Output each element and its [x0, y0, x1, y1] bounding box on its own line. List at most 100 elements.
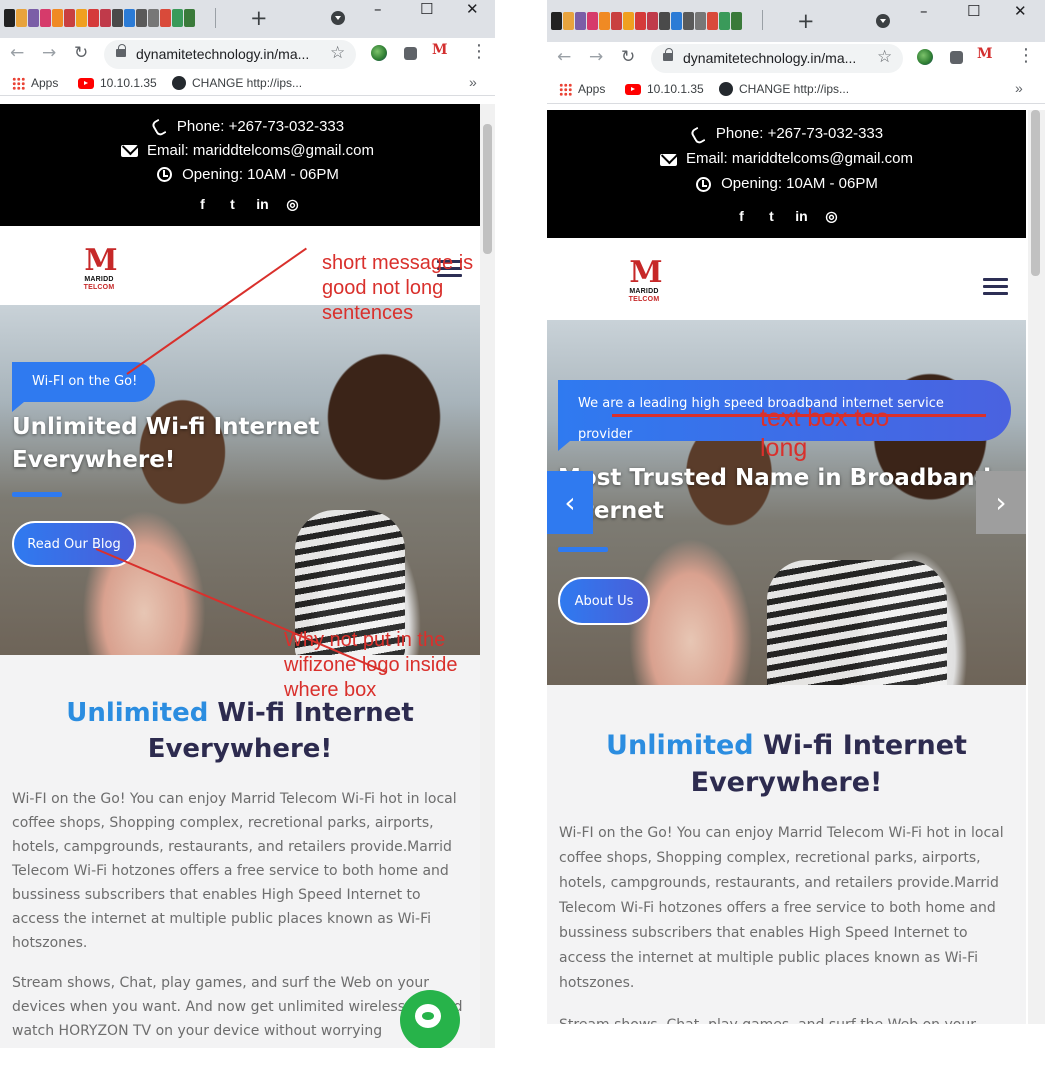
maximize-button[interactable]: ☐: [967, 2, 980, 20]
twitter-icon[interactable]: t: [765, 208, 779, 225]
facebook-icon[interactable]: f: [735, 208, 749, 225]
intro-section: Unlimited Wi-fi Internet Everywhere! Wi-…: [547, 685, 1026, 1024]
hero-underline-bar: [12, 492, 62, 497]
about-us-button[interactable]: About Us: [558, 577, 650, 625]
dribbble-icon[interactable]: ◎: [825, 208, 839, 225]
forward-button[interactable]: →: [42, 43, 56, 63]
page-scrollbar[interactable]: [1028, 110, 1045, 1024]
forward-button[interactable]: →: [589, 47, 603, 67]
bookmarks-bar: Apps 10.10.1.35 CHANGE http://ips... »: [0, 70, 495, 96]
lock-icon: [116, 44, 126, 57]
extension-marrid-logo-icon[interactable]: M: [977, 46, 999, 62]
browser-menu-icon[interactable]: ⋮: [470, 41, 488, 62]
scrollbar-thumb[interactable]: [1031, 110, 1040, 276]
bookmark-star-icon[interactable]: ☆: [877, 47, 892, 67]
hero-underline-bar: [558, 547, 608, 552]
extension-globe-icon[interactable]: [371, 45, 387, 61]
tab-search-icon[interactable]: [876, 14, 890, 28]
minimize-button[interactable]: –: [374, 0, 382, 18]
bookmark-label: 10.10.1.35: [647, 82, 704, 96]
contact-bar: Phone: +267-73-032-333 Email: mariddtelc…: [0, 104, 495, 226]
phone-icon: [151, 119, 167, 133]
email-icon: [121, 143, 139, 157]
clock-icon: [695, 176, 712, 192]
email-text: Email: mariddtelcoms@gmail.com: [147, 141, 374, 159]
browser-menu-icon[interactable]: ⋮: [1017, 45, 1035, 66]
url-text: dynamitetechnology.in/ma...: [683, 50, 857, 66]
bookmarks-overflow-button[interactable]: »: [469, 74, 477, 90]
new-tab-button[interactable]: +: [250, 6, 268, 30]
page-scrollbar[interactable]: [480, 104, 495, 1048]
browser-toolbar: ← → ↻ dynamitetechnology.in/ma... ☆ M ⋮: [0, 38, 495, 70]
annotation-text-box-too-long: text box too long: [760, 404, 890, 462]
bookmark-label: Apps: [31, 76, 59, 90]
extension-marrid-logo-icon[interactable]: M: [432, 42, 454, 58]
address-bar[interactable]: dynamitetechnology.in/ma... ☆: [104, 40, 356, 69]
site-header: M MARIDD TELCOM: [547, 238, 1026, 320]
scrollbar-thumb[interactable]: [483, 124, 492, 254]
email-text: Email: mariddtelcoms@gmail.com: [686, 150, 913, 167]
opening-text: Opening: 10AM - 06PM: [182, 165, 339, 183]
bookmark-star-icon[interactable]: ☆: [330, 43, 345, 63]
phone-line[interactable]: Phone: +267-73-032-333: [547, 121, 1026, 146]
extension-globe-icon[interactable]: [917, 49, 933, 65]
bookmark-apps[interactable]: Apps: [559, 82, 605, 96]
apps-grid-icon: [559, 82, 572, 96]
maximize-button[interactable]: ☐: [420, 0, 433, 18]
bookmarks-bar: Apps 10.10.1.35 CHANGE http://ips... »: [547, 74, 1045, 104]
dribbble-icon[interactable]: ◎: [286, 196, 300, 213]
pinned-tab-icons[interactable]: [4, 7, 195, 29]
email-line[interactable]: Email: mariddtelcoms@gmail.com: [0, 138, 495, 162]
new-tab-button[interactable]: +: [797, 9, 815, 33]
hero-slider: We are a leading high speed broadband in…: [547, 320, 1026, 685]
facebook-icon[interactable]: f: [196, 196, 210, 213]
reload-button[interactable]: ↻: [74, 43, 88, 63]
opening-line: Opening: 10AM - 06PM: [0, 162, 495, 186]
address-bar[interactable]: dynamitetechnology.in/ma... ☆: [651, 44, 903, 73]
youtube-icon: [78, 77, 94, 89]
bookmark-apps[interactable]: Apps: [12, 76, 58, 90]
pinned-tab-icons[interactable]: [551, 10, 742, 32]
minimize-button[interactable]: –: [920, 2, 928, 20]
email-line[interactable]: Email: mariddtelcoms@gmail.com: [547, 146, 1026, 171]
bookmark-change[interactable]: CHANGE http://ips...: [719, 82, 849, 96]
web-page: Phone: +267-73-032-333 Email: mariddtelc…: [547, 110, 1045, 1024]
reload-button[interactable]: ↻: [621, 47, 635, 67]
extensions-puzzle-icon[interactable]: [950, 51, 963, 64]
bookmark-label: CHANGE http://ips...: [739, 82, 850, 96]
phone-icon: [690, 127, 706, 141]
close-window-button[interactable]: ✕: [466, 0, 479, 18]
slider-prev-button[interactable]: ‹: [547, 471, 593, 534]
linkedin-icon[interactable]: in: [795, 208, 809, 225]
annotation-short-message: short message is good not long sentences: [322, 252, 474, 324]
read-our-blog-button[interactable]: Read Our Blog: [12, 521, 136, 567]
site-logo[interactable]: M MARIDD TELCOM: [68, 246, 130, 292]
intro-paragraph-2: Stream shows, Chat, play games, and surf…: [12, 975, 463, 1039]
bookmark-ip[interactable]: 10.10.1.35: [78, 76, 157, 90]
close-window-button[interactable]: ✕: [1014, 2, 1027, 20]
browser-window-left: + – ☐ ✕ ← → ↻ dynamitetechnology.in/ma..…: [0, 0, 495, 1048]
social-links: f t in ◎: [0, 196, 495, 213]
section-heading: Unlimited Wi-fi Internet Everywhere!: [66, 698, 414, 764]
site-logo[interactable]: M MARIDD TELCOM: [613, 258, 675, 304]
bookmarks-overflow-button[interactable]: »: [1015, 80, 1023, 96]
youtube-icon: [625, 83, 641, 95]
twitter-icon[interactable]: t: [226, 196, 240, 213]
phone-line[interactable]: Phone: +267-73-032-333: [0, 114, 495, 138]
chat-bubble-icon[interactable]: [400, 990, 460, 1048]
back-button[interactable]: ←: [10, 43, 24, 63]
hamburger-menu-icon[interactable]: [983, 278, 1008, 299]
linkedin-icon[interactable]: in: [256, 196, 270, 213]
screenshot-root: + – ☐ ✕ ← → ↻ dynamitetechnology.in/ma..…: [0, 0, 1047, 1080]
browser-window-right: + – ☐ ✕ ← → ↻ dynamitetechnology.in/ma..…: [547, 0, 1045, 1024]
bookmark-change[interactable]: CHANGE http://ips...: [172, 76, 302, 90]
browser-toolbar: ← → ↻ dynamitetechnology.in/ma... ☆ M ⋮: [547, 42, 1045, 74]
logo-mark: M: [84, 243, 117, 278]
slider-next-button[interactable]: ›: [976, 471, 1026, 534]
tab-search-icon[interactable]: [331, 11, 345, 25]
opening-line: Opening: 10AM - 06PM: [547, 171, 1026, 196]
email-icon: [660, 152, 678, 166]
extensions-puzzle-icon[interactable]: [404, 47, 417, 60]
back-button[interactable]: ←: [557, 47, 571, 67]
bookmark-ip[interactable]: 10.10.1.35: [625, 82, 704, 96]
